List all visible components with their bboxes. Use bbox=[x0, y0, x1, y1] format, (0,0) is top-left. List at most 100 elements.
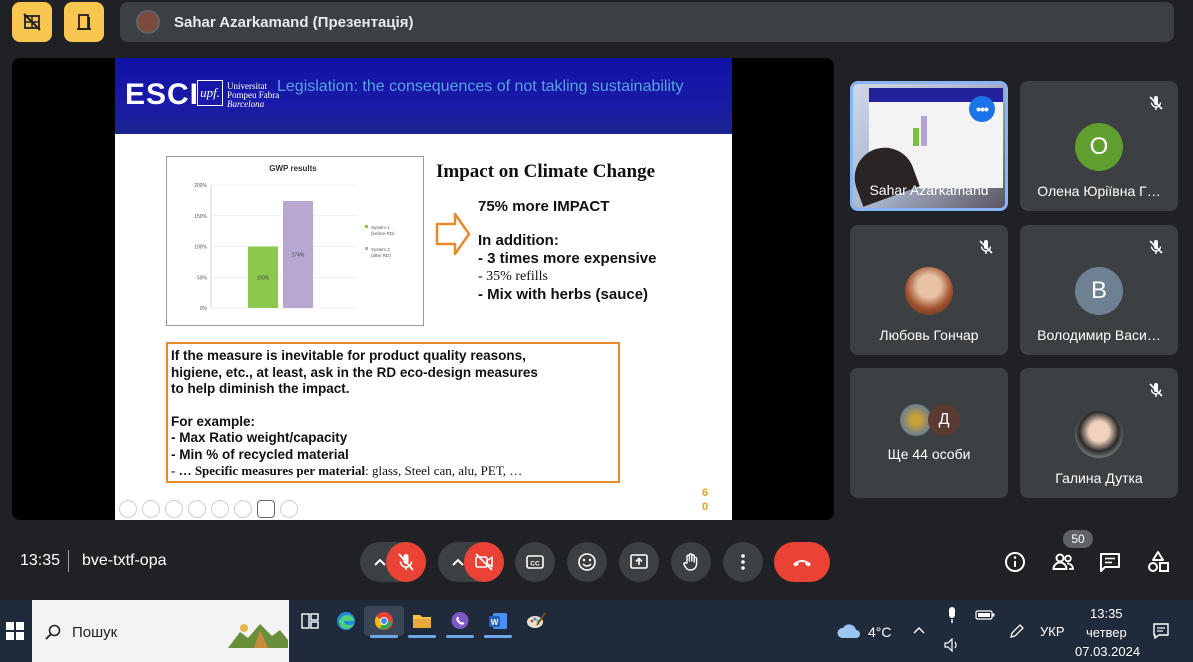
task-view-icon bbox=[301, 613, 319, 629]
word-button[interactable]: W bbox=[478, 606, 518, 638]
hand-icon bbox=[683, 553, 698, 571]
clock-time[interactable]: 13:35 bbox=[1090, 606, 1123, 621]
avatar: В bbox=[1075, 267, 1123, 315]
more-participants-label: Ще 44 особи bbox=[887, 446, 971, 462]
present-button[interactable] bbox=[619, 542, 659, 582]
battery-icon[interactable] bbox=[975, 610, 995, 620]
paint-button[interactable] bbox=[516, 606, 556, 636]
participant-tile-volodymyr[interactable]: В Володимир Васи… bbox=[1020, 225, 1178, 355]
notifications-icon[interactable] bbox=[1152, 622, 1170, 640]
raise-hand-button[interactable] bbox=[671, 542, 711, 582]
prev-slide-icon[interactable] bbox=[119, 500, 137, 518]
layout-toggle-button[interactable] bbox=[12, 2, 52, 42]
note-line: higiene, etc., at least, ask in the RD e… bbox=[171, 364, 538, 380]
camera-icon[interactable] bbox=[257, 500, 275, 518]
example-item-rest: : glass, Steel can, alu, PET, … bbox=[365, 463, 523, 478]
slide-number-bottom: 0 bbox=[701, 501, 709, 513]
upf-logo: upf. bbox=[197, 80, 223, 106]
more-avatars: Д bbox=[900, 404, 964, 436]
meeting-time: 13:35 bbox=[20, 552, 61, 569]
legend-label: (before RD) bbox=[371, 231, 395, 236]
people-button[interactable] bbox=[1050, 549, 1076, 575]
presenter-banner[interactable]: Sahar Azarkamand (Презентація) bbox=[120, 2, 1174, 42]
door-button[interactable] bbox=[64, 2, 104, 42]
input-language[interactable]: УКР bbox=[1040, 624, 1065, 639]
bar-value-label: 174% bbox=[292, 252, 305, 258]
clock-date: 07.03.2024 bbox=[1075, 644, 1141, 659]
participant-tile-olena[interactable]: О Олена Юріївна Г… bbox=[1020, 81, 1178, 211]
upf-name: Universitat Pompeu Fabra Barcelona bbox=[227, 82, 279, 109]
viber-button[interactable] bbox=[440, 606, 480, 638]
legend-swatch bbox=[365, 225, 368, 228]
participant-name: Любовь Гончар bbox=[879, 327, 979, 343]
slide-number: 6 0 bbox=[699, 486, 711, 514]
folder-icon bbox=[413, 615, 431, 628]
more-options-icon[interactable] bbox=[280, 500, 298, 518]
more-vert-icon bbox=[741, 554, 745, 570]
active-indicator bbox=[484, 635, 512, 638]
pen-icon[interactable] bbox=[165, 500, 183, 518]
participant-name: Володимир Васи… bbox=[1037, 327, 1161, 343]
participant-tile-halyna[interactable]: Галина Дутка bbox=[1020, 368, 1178, 498]
avatar bbox=[905, 267, 953, 315]
participant-name: Олена Юріївна Г… bbox=[1037, 183, 1161, 199]
legend-label: System 2 bbox=[371, 247, 390, 252]
slide-controls bbox=[119, 500, 298, 518]
chrome-button[interactable] bbox=[364, 606, 404, 638]
activities-button[interactable] bbox=[1145, 549, 1171, 575]
divider bbox=[68, 550, 69, 572]
subtitles-icon[interactable] bbox=[234, 500, 252, 518]
next-slide-icon[interactable] bbox=[142, 500, 160, 518]
camera-off-icon bbox=[475, 553, 493, 571]
chart-title: GWP results bbox=[269, 164, 317, 173]
example-item-bold: - … Specific measures per material bbox=[171, 463, 366, 478]
example-item: - Max Ratio weight/capacity bbox=[171, 430, 348, 445]
y-tick-label: 200% bbox=[194, 183, 207, 189]
participant-tile-sahar[interactable]: ••• Sahar Azarkamand bbox=[850, 81, 1008, 211]
mic-off-icon bbox=[979, 240, 993, 254]
tile-options-button[interactable]: ••• bbox=[969, 96, 995, 122]
more-options-button[interactable] bbox=[723, 542, 763, 582]
participants-count-badge: 50 bbox=[1063, 530, 1093, 548]
note-line: to help diminish the impact. bbox=[171, 381, 350, 396]
leave-call-button[interactable] bbox=[774, 542, 830, 582]
pen-icon[interactable] bbox=[1008, 622, 1026, 640]
captions-button[interactable]: CC bbox=[515, 542, 555, 582]
chevron-up-icon[interactable] bbox=[912, 624, 926, 636]
right-arrow-icon bbox=[435, 212, 471, 256]
zoom-icon[interactable] bbox=[211, 500, 229, 518]
presenter-label: Sahar Azarkamand (Презентація) bbox=[174, 13, 414, 31]
mic-off-icon bbox=[1149, 383, 1163, 397]
door-icon bbox=[77, 14, 91, 30]
slides-icon[interactable] bbox=[188, 500, 206, 518]
esci-logo: ESCI bbox=[125, 78, 200, 111]
task-view-button[interactable] bbox=[290, 606, 330, 636]
participant-tile-lyubov[interactable]: Любовь Гончар bbox=[850, 225, 1008, 355]
gwp-chart-svg: GWP results 0% 50% 100% 150% 200% 100% 174% Syst… bbox=[194, 164, 395, 312]
camera-toggle-button[interactable] bbox=[464, 542, 504, 582]
emoji-icon bbox=[578, 553, 596, 571]
chat-button[interactable] bbox=[1097, 549, 1123, 575]
paint-icon bbox=[527, 612, 546, 628]
speaker-icon[interactable] bbox=[944, 638, 960, 652]
mic-toggle-button[interactable] bbox=[386, 542, 426, 582]
addition-item: - 35% refills bbox=[478, 269, 548, 284]
word-icon: W bbox=[489, 613, 507, 629]
svg-text:CC: CC bbox=[530, 561, 540, 568]
microphone-icon[interactable] bbox=[946, 606, 958, 624]
addition-header: In addition: bbox=[478, 232, 559, 249]
file-explorer-button[interactable] bbox=[402, 606, 442, 638]
windows-start-icon[interactable] bbox=[6, 622, 24, 640]
presentation-stage[interactable]: ESCI upf. Universitat Pompeu Fabra Barce… bbox=[12, 58, 834, 520]
meeting-details-button[interactable] bbox=[1002, 549, 1028, 575]
taskbar-search[interactable]: Пошук bbox=[32, 600, 289, 662]
meeting-code[interactable]: bve-txtf-opa bbox=[82, 552, 166, 570]
participant-name: Sahar Azarkamand bbox=[869, 182, 989, 198]
edge-button[interactable] bbox=[326, 606, 366, 636]
reactions-button[interactable] bbox=[567, 542, 607, 582]
note-line: If the measure is inevitable for product… bbox=[171, 348, 526, 363]
legend-label: System 1 bbox=[371, 225, 390, 230]
example-header: For example: bbox=[171, 413, 256, 429]
avatar: О bbox=[1075, 123, 1123, 171]
more-participants-tile[interactable]: Д Ще 44 особи bbox=[850, 368, 1008, 498]
